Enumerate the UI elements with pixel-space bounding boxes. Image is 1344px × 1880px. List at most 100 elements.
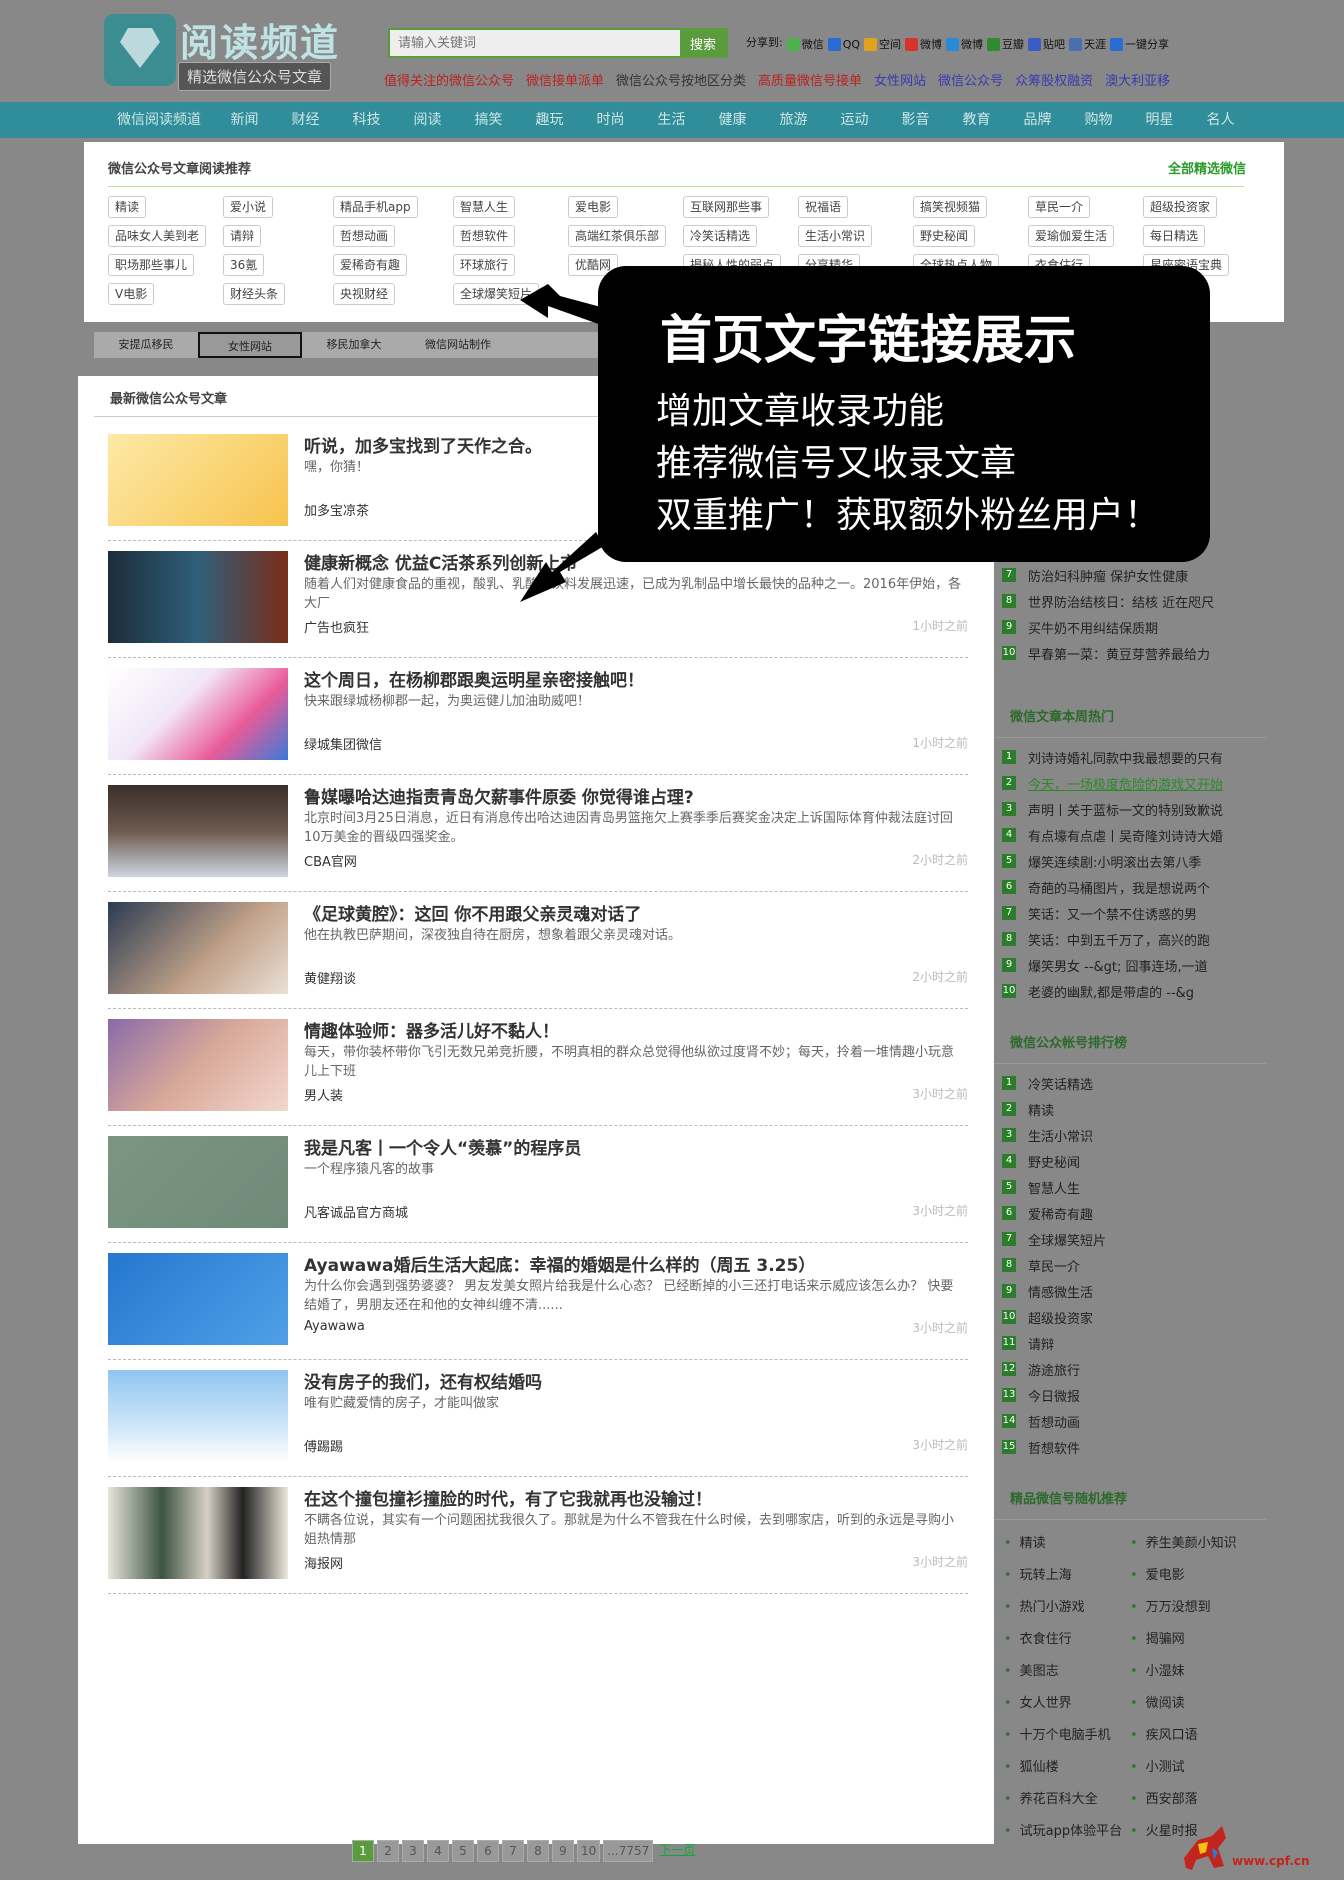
- nav-item[interactable]: 生活: [641, 102, 702, 138]
- recommend-tag[interactable]: 爱稀奇有趣: [333, 254, 408, 276]
- sub-tab[interactable]: 安提瓜移民: [94, 332, 198, 358]
- random-account-link[interactable]: 精读: [1004, 1528, 1130, 1560]
- recommend-tag[interactable]: 财经头条: [223, 283, 286, 305]
- article-thumbnail[interactable]: [108, 1019, 288, 1111]
- sidebar-item[interactable]: 8 世界防治结核日：结核 近在咫尺: [1002, 588, 1258, 614]
- recommend-tag[interactable]: 职场那些事儿: [108, 254, 195, 276]
- recommend-tag[interactable]: 野史秘闻: [913, 225, 976, 247]
- recommend-tag[interactable]: 爱瑜伽爱生活: [1028, 225, 1115, 247]
- sidebar-item[interactable]: 7 笑话：又一个禁不住诱惑的男: [1002, 900, 1258, 926]
- article-title[interactable]: 我是凡客丨一个令人“羡慕”的程序员: [304, 1134, 581, 1159]
- article-title[interactable]: 听说，加多宝找到了天作之合。: [304, 432, 542, 457]
- share-item[interactable]: 天涯: [1069, 34, 1106, 54]
- page-link[interactable]: 5: [452, 1840, 474, 1862]
- article-thumbnail[interactable]: [108, 668, 288, 760]
- recommend-tag[interactable]: 环球旅行: [453, 254, 516, 276]
- sidebar-item[interactable]: 10 老婆的幽默,都是带虐的 --&g: [1002, 978, 1258, 1004]
- all-accounts-link[interactable]: 全部精选微信: [1168, 158, 1246, 177]
- sidebar-item[interactable]: 6 奇葩的马桶图片，我是想说两个: [1002, 874, 1258, 900]
- nav-item[interactable]: 搞笑: [458, 102, 519, 138]
- random-account-link[interactable]: 小湿妹: [1130, 1656, 1256, 1688]
- nav-item[interactable]: 趣玩: [519, 102, 580, 138]
- sidebar-item[interactable]: 10 早春第一菜：黄豆芽营养最给力: [1002, 640, 1258, 666]
- article-source[interactable]: 加多宝凉茶: [304, 500, 369, 519]
- recommend-tag[interactable]: 全球爆笑短片: [453, 283, 540, 305]
- hot-link[interactable]: 女性网站: [874, 70, 926, 89]
- sidebar-item[interactable]: 4 有点壕有点虐丨吴奇隆刘诗诗大婚: [1002, 822, 1258, 848]
- nav-item[interactable]: 明星: [1129, 102, 1190, 138]
- recommend-tag[interactable]: 请辩: [223, 225, 262, 247]
- random-account-link[interactable]: 试玩app体验平台: [1004, 1816, 1130, 1848]
- article-item[interactable]: 鲁媒曝哈达迪指责青岛欠薪事件原委 你觉得谁占理? 北京时间3月25日消息，近日有消…: [108, 785, 968, 892]
- recommend-tag[interactable]: 草民一介: [1028, 196, 1091, 218]
- hot-link[interactable]: 众筹股权融资: [1015, 70, 1093, 89]
- hot-link[interactable]: 微信公众号按地区分类: [616, 70, 746, 89]
- sidebar-item[interactable]: 9 买牛奶不用纠结保质期: [1002, 614, 1258, 640]
- article-source[interactable]: 男人装: [304, 1085, 343, 1104]
- article-source[interactable]: CBA官网: [304, 851, 357, 870]
- random-account-link[interactable]: 狐仙楼: [1004, 1752, 1130, 1784]
- article-source[interactable]: Ayawawa: [304, 1319, 365, 1334]
- nav-item[interactable]: 教育: [946, 102, 1007, 138]
- sidebar-item[interactable]: 15 哲想软件: [1002, 1434, 1258, 1460]
- hot-link[interactable]: 澳大利亚移: [1105, 70, 1170, 89]
- article-source[interactable]: 绿城集团微信: [304, 734, 382, 753]
- article-item[interactable]: Ayawawa婚后生活大起底：幸福的婚姻是什么样的（周五 3.25） 为什么你会遇…: [108, 1253, 968, 1360]
- sidebar-item[interactable]: 3 生活小常识: [1002, 1122, 1258, 1148]
- article-title[interactable]: Ayawawa婚后生活大起底：幸福的婚姻是什么样的（周五 3.25）: [304, 1251, 815, 1276]
- page-link[interactable]: 9: [552, 1840, 574, 1862]
- article-source[interactable]: 海报网: [304, 1553, 343, 1572]
- article-item[interactable]: 健康新概念 优益C活茶系列创新上市 随着人们对健康食品的重视，酸乳、乳酸菌饮料发展…: [108, 551, 968, 658]
- random-account-link[interactable]: 爱电影: [1130, 1560, 1256, 1592]
- search-button[interactable]: 搜索: [680, 30, 726, 56]
- recommend-tag[interactable]: 冷笑话精选: [683, 225, 758, 247]
- sidebar-item[interactable]: 14 哲想动画: [1002, 1408, 1258, 1434]
- recommend-tag[interactable]: 互联网那些事: [683, 196, 770, 218]
- sidebar-item[interactable]: 1 刘诗诗婚礼同款中我最想要的只有: [1002, 744, 1258, 770]
- page-link[interactable]: 1: [352, 1840, 374, 1862]
- hot-link[interactable]: 值得关注的微信公众号: [384, 70, 514, 89]
- nav-item[interactable]: 购物: [1068, 102, 1129, 138]
- article-title[interactable]: 鲁媒曝哈达迪指责青岛欠薪事件原委 你觉得谁占理?: [304, 783, 694, 808]
- article-thumbnail[interactable]: [108, 1136, 288, 1228]
- page-link[interactable]: 2: [377, 1840, 399, 1862]
- share-item[interactable]: QQ: [827, 34, 860, 54]
- recommend-tag[interactable]: 生活小常识: [798, 225, 873, 247]
- article-title[interactable]: 《足球黄腔》：这回 你不用跟父亲灵魂对话了: [304, 900, 641, 925]
- random-account-link[interactable]: 美图志: [1004, 1656, 1130, 1688]
- sidebar-item[interactable]: 9 情感微生活: [1002, 1278, 1258, 1304]
- random-account-link[interactable]: 小测试: [1130, 1752, 1256, 1784]
- article-item[interactable]: 在这个撞包撞衫撞脸的时代，有了它我就再也没输过！ 不瞒各位说，其实有一个问题困扰我…: [108, 1487, 968, 1594]
- page-link[interactable]: ...7757: [603, 1840, 654, 1862]
- sidebar-item[interactable]: 11 请辩: [1002, 1330, 1258, 1356]
- recommend-tag[interactable]: 祝福语: [798, 196, 849, 218]
- recommend-tag[interactable]: 精读: [108, 196, 147, 218]
- nav-item[interactable]: 影音: [885, 102, 946, 138]
- sidebar-item[interactable]: 5 爆笑连续剧:小明滚出去第八季: [1002, 848, 1258, 874]
- random-account-link[interactable]: 微阅读: [1130, 1688, 1256, 1720]
- article-source[interactable]: 黄健翔谈: [304, 968, 356, 987]
- nav-item[interactable]: 健康: [702, 102, 763, 138]
- recommend-tag[interactable]: 36氪: [223, 254, 265, 276]
- article-title[interactable]: 这个周日，在杨柳郡跟奥运明星亲密接触吧！: [304, 666, 644, 691]
- recommend-tag[interactable]: 超级投资家: [1143, 196, 1218, 218]
- logo-title[interactable]: 阅读频道: [180, 12, 340, 67]
- share-item[interactable]: 微信: [786, 34, 824, 54]
- recommend-tag[interactable]: 高端红茶俱乐部: [568, 225, 667, 247]
- sidebar-item[interactable]: 8 草民一介: [1002, 1252, 1258, 1278]
- random-account-link[interactable]: 揭骗网: [1130, 1624, 1256, 1656]
- article-thumbnail[interactable]: [108, 902, 288, 994]
- article-thumbnail[interactable]: [108, 434, 288, 526]
- sidebar-item[interactable]: 5 智慧人生: [1002, 1174, 1258, 1200]
- nav-item[interactable]: 科技: [336, 102, 397, 138]
- page-link[interactable]: 7: [502, 1840, 524, 1862]
- search-input[interactable]: [390, 30, 680, 56]
- random-account-link[interactable]: 养花百科大全: [1004, 1784, 1130, 1816]
- sidebar-item[interactable]: 12 游途旅行: [1002, 1356, 1258, 1382]
- hot-link[interactable]: 微信接单派单: [526, 70, 604, 89]
- page-link[interactable]: 8: [527, 1840, 549, 1862]
- recommend-tag[interactable]: 智慧人生: [453, 196, 516, 218]
- share-item[interactable]: 一键分享: [1110, 34, 1169, 54]
- share-item[interactable]: 空间: [864, 34, 901, 54]
- recommend-tag[interactable]: 精品手机app: [333, 196, 418, 218]
